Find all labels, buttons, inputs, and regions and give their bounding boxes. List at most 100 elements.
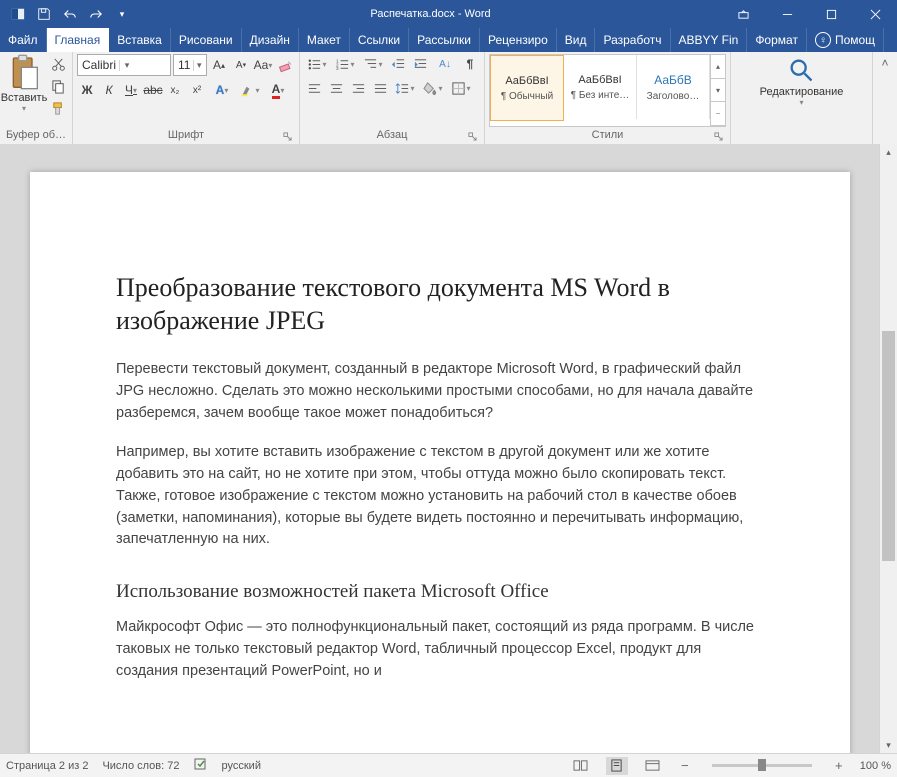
doc-heading-1[interactable]: Преобразование текстового документа MS W… xyxy=(116,272,764,337)
group-clipboard-label: Буфер об… xyxy=(4,127,68,144)
ribbon: Вставить ▾ Буфер об… Calibri▾ 11▾ A▴ A▾ … xyxy=(0,52,897,145)
zoom-level[interactable]: 100 % xyxy=(860,760,891,772)
group-editing: Редактирование ▾ xyxy=(731,52,873,144)
tell-me[interactable]: ♀Помощ xyxy=(807,28,884,52)
save-icon[interactable] xyxy=(32,2,56,26)
underline-icon[interactable]: Ч▾ xyxy=(121,80,141,100)
paragraph-launcher-icon[interactable] xyxy=(466,130,478,142)
font-color-icon[interactable]: A▾ xyxy=(265,80,291,100)
group-styles: АаБбВвI ¶ Обычный АаБбВвI ¶ Без инте… Аа… xyxy=(485,52,731,144)
cut-icon[interactable] xyxy=(48,54,68,74)
svg-text:3: 3 xyxy=(336,66,339,71)
read-mode-icon[interactable] xyxy=(570,757,592,775)
tab-draw[interactable]: Рисовани xyxy=(171,28,242,52)
gallery-down-icon[interactable]: ▾ xyxy=(711,79,725,103)
group-paragraph-label: Абзац xyxy=(377,129,408,141)
tab-design[interactable]: Дизайн xyxy=(242,28,299,52)
tab-abbyy[interactable]: ABBYY Fin xyxy=(671,28,748,52)
sort-icon[interactable]: A↓ xyxy=(432,54,458,74)
tab-file[interactable]: Файл xyxy=(0,28,47,52)
increase-indent-icon[interactable] xyxy=(410,54,430,74)
shading-icon[interactable]: ▾ xyxy=(420,78,446,98)
doc-heading-2[interactable]: Использование возможностей пакета Micros… xyxy=(116,581,764,603)
document-area[interactable]: Преобразование текстового документа MS W… xyxy=(0,144,880,754)
font-launcher-icon[interactable] xyxy=(281,130,293,142)
scroll-thumb[interactable] xyxy=(882,331,895,561)
tab-insert[interactable]: Вставка xyxy=(109,28,171,52)
tab-layout[interactable]: Макет xyxy=(299,28,350,52)
tab-references[interactable]: Ссылки xyxy=(350,28,409,52)
gallery-more-icon[interactable]: ⎯ xyxy=(711,102,725,126)
style-no-spacing[interactable]: АаБбВвI ¶ Без инте… xyxy=(564,55,637,119)
text-effects-icon[interactable]: A▾ xyxy=(209,80,235,100)
borders-icon[interactable]: ▾ xyxy=(448,78,474,98)
title-bar: ▾ Распечатка.docx - Word xyxy=(0,0,897,28)
tab-format[interactable]: Формат xyxy=(747,28,807,52)
scroll-up-icon[interactable]: ▴ xyxy=(880,144,897,161)
tab-mailings[interactable]: Рассылки xyxy=(409,28,480,52)
strike-icon[interactable]: abc xyxy=(143,80,163,100)
status-proofing-icon[interactable] xyxy=(194,757,208,774)
multilevel-icon[interactable]: ▾ xyxy=(360,54,386,74)
font-size-combo[interactable]: 11▾ xyxy=(173,54,207,76)
gallery-up-icon[interactable]: ▴ xyxy=(711,55,725,79)
redo-icon[interactable] xyxy=(84,2,108,26)
scroll-down-icon[interactable]: ▾ xyxy=(880,737,897,754)
format-painter-icon[interactable] xyxy=(48,98,68,118)
zoom-slider[interactable] xyxy=(712,764,812,767)
tab-view[interactable]: Вид xyxy=(557,28,596,52)
minimize-icon[interactable] xyxy=(765,0,809,28)
document-page[interactable]: Преобразование текстового документа MS W… xyxy=(30,172,850,754)
styles-launcher-icon[interactable] xyxy=(712,130,724,142)
show-marks-icon[interactable]: ¶ xyxy=(460,54,480,74)
bullets-icon[interactable]: ▾ xyxy=(304,54,330,74)
doc-paragraph[interactable]: Например, вы хотите вставить изображение… xyxy=(116,442,764,551)
doc-paragraph[interactable]: Перевести текстовый документ, созданный … xyxy=(116,359,764,424)
paste-button[interactable]: Вставить ▾ xyxy=(4,54,44,113)
close-icon[interactable] xyxy=(853,0,897,28)
align-left-icon[interactable] xyxy=(304,78,324,98)
tab-developer[interactable]: Разработч xyxy=(595,28,670,52)
change-case-icon[interactable]: Aa▾ xyxy=(253,55,273,75)
numbering-icon[interactable]: 123▾ xyxy=(332,54,358,74)
line-spacing-icon[interactable]: ▾ xyxy=(392,78,418,98)
collapse-ribbon-icon[interactable]: ˄ xyxy=(873,52,897,144)
bold-icon[interactable]: Ж xyxy=(77,80,97,100)
doc-paragraph[interactable]: Майкрософт Офис — это полнофункциональны… xyxy=(116,617,764,682)
clear-format-icon[interactable] xyxy=(275,55,295,75)
font-name-combo[interactable]: Calibri▾ xyxy=(77,54,171,76)
justify-icon[interactable] xyxy=(370,78,390,98)
undo-icon[interactable] xyxy=(58,2,82,26)
align-center-icon[interactable] xyxy=(326,78,346,98)
print-layout-icon[interactable] xyxy=(606,757,628,775)
highlight-icon[interactable]: ▾ xyxy=(237,80,263,100)
subscript-icon[interactable]: x₂ xyxy=(165,80,185,100)
superscript-icon[interactable]: x² xyxy=(187,80,207,100)
word-app-icon[interactable] xyxy=(6,2,30,26)
decrease-indent-icon[interactable] xyxy=(388,54,408,74)
grow-font-icon[interactable]: A▴ xyxy=(209,55,229,75)
tab-home[interactable]: Главная xyxy=(47,28,110,52)
group-paragraph: ▾ 123▾ ▾ A↓ ¶ ▾ ▾ ▾ Абзац xyxy=(300,52,485,144)
status-word-count[interactable]: Число слов: 72 xyxy=(102,760,179,772)
shrink-font-icon[interactable]: A▾ xyxy=(231,55,251,75)
ribbon-options-icon[interactable] xyxy=(721,0,765,28)
status-bar: Страница 2 из 2 Число слов: 72 русский −… xyxy=(0,753,897,777)
zoom-out-icon[interactable]: − xyxy=(678,758,692,773)
zoom-thumb[interactable] xyxy=(758,759,766,771)
status-language[interactable]: русский xyxy=(222,760,261,772)
align-right-icon[interactable] xyxy=(348,78,368,98)
group-font: Calibri▾ 11▾ A▴ A▾ Aa▾ Ж К Ч▾ abc x₂ x² … xyxy=(73,52,300,144)
status-page[interactable]: Страница 2 из 2 xyxy=(6,760,88,772)
style-normal[interactable]: АаБбВвI ¶ Обычный xyxy=(490,55,564,121)
tab-review[interactable]: Рецензиро xyxy=(480,28,557,52)
maximize-icon[interactable] xyxy=(809,0,853,28)
style-heading1[interactable]: АаБбВ Заголово… xyxy=(637,55,710,119)
qat-dropdown-icon[interactable]: ▾ xyxy=(110,2,134,26)
vertical-scrollbar[interactable]: ▴ ▾ xyxy=(879,144,897,754)
web-layout-icon[interactable] xyxy=(642,757,664,775)
zoom-in-icon[interactable]: + xyxy=(832,758,846,773)
copy-icon[interactable] xyxy=(48,76,68,96)
italic-icon[interactable]: К xyxy=(99,80,119,100)
editing-button[interactable]: Редактирование ▾ xyxy=(752,54,852,109)
